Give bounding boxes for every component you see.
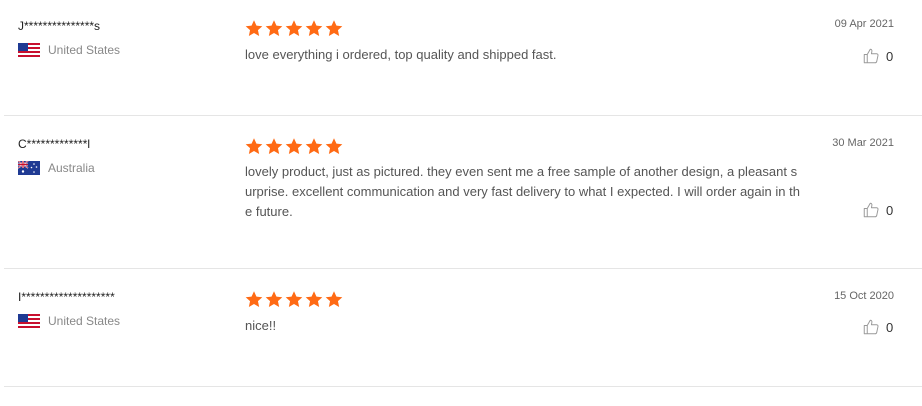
review-date: 15 Oct 2020 xyxy=(834,290,894,302)
helpful-button[interactable]: 0 xyxy=(862,318,893,336)
review-text: love everything i ordered, top quality a… xyxy=(245,47,557,62)
star-icon xyxy=(244,19,264,38)
reviewer-name: C*************l xyxy=(18,137,91,151)
review-text: lovely product, just as pictured. they e… xyxy=(245,164,800,219)
star-icon xyxy=(264,137,284,156)
review-date: 09 Apr 2021 xyxy=(834,18,894,30)
country-label: United States xyxy=(48,43,121,57)
star-icon xyxy=(324,137,344,156)
helpful-count: 0 xyxy=(886,48,894,64)
star-icon xyxy=(284,19,304,38)
thumbs-up-icon[interactable] xyxy=(862,318,880,336)
star-icon xyxy=(324,19,344,38)
divider xyxy=(4,268,922,269)
country-label: United States xyxy=(48,314,121,328)
reviewer-country: Australia xyxy=(18,161,95,175)
helpful-count: 0 xyxy=(886,319,894,335)
star-icon xyxy=(304,19,324,38)
thumbs-up-icon[interactable] xyxy=(862,47,880,65)
country-label: Australia xyxy=(48,161,95,175)
star-icon xyxy=(284,137,304,156)
helpful-count: 0 xyxy=(886,202,894,218)
star-icon xyxy=(324,290,344,309)
reviewer-name: I******************** xyxy=(18,290,115,304)
reviewer-name: J***************s xyxy=(18,19,101,33)
reviewer-country: United States xyxy=(18,314,120,328)
reviewer-country: United States xyxy=(18,43,120,57)
star-icon xyxy=(304,137,324,156)
star-icon xyxy=(264,290,284,309)
star-rating xyxy=(244,290,344,309)
review-text: nice!! xyxy=(245,318,277,333)
thumbs-up-icon[interactable] xyxy=(862,201,880,219)
helpful-button[interactable]: 0 xyxy=(862,201,893,219)
star-rating xyxy=(244,19,344,38)
star-icon xyxy=(284,290,304,309)
star-rating xyxy=(244,137,344,156)
star-icon xyxy=(264,19,284,38)
us-flag-icon xyxy=(18,43,40,57)
star-icon xyxy=(304,290,324,309)
us-flag-icon xyxy=(18,314,40,328)
divider xyxy=(4,115,922,116)
au-flag-icon xyxy=(18,161,40,175)
star-icon xyxy=(244,137,264,156)
review-date: 30 Mar 2021 xyxy=(832,137,894,149)
divider xyxy=(4,386,922,387)
helpful-button[interactable]: 0 xyxy=(862,47,893,65)
star-icon xyxy=(244,290,264,309)
